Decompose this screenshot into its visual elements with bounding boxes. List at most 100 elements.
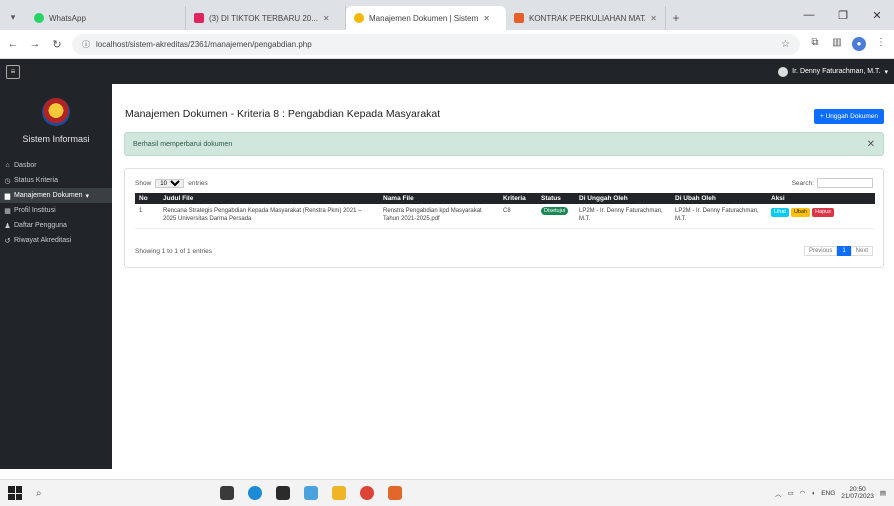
sidebar-toggle-button[interactable]: ≡ xyxy=(6,64,20,79)
edit-button[interactable]: Ubah xyxy=(790,208,811,218)
chevron-down-icon: ▾ xyxy=(85,192,89,200)
sidebar-panel-icon[interactable]: ▥ xyxy=(830,37,844,51)
sidebar-item-dasbor[interactable]: ⌂ Dasbor xyxy=(0,158,112,173)
user-name: Ir. Denny Faturachman, M.T. xyxy=(792,68,881,75)
taskbar-apps xyxy=(220,486,402,500)
sidebar-item-riwayat-akreditasi[interactable]: ↺ Riwayat Akreditasi xyxy=(0,233,112,248)
reload-icon[interactable]: ↻ xyxy=(50,38,64,51)
powerpoint-icon[interactable] xyxy=(388,486,402,500)
info-icon[interactable]: ⓘ xyxy=(82,39,90,50)
notification-icon[interactable]: ▤ xyxy=(880,489,886,497)
documents-table: No Judul File Nama File Kriteria Status … xyxy=(135,193,875,229)
browser-tab-bar: ▾ WhatsApp (3) DI TIKTOK TERBARU 20... ✕… xyxy=(0,0,894,30)
column-header[interactable]: Status xyxy=(537,193,575,204)
prev-page-button[interactable]: Previous xyxy=(803,246,838,256)
clock-date: 21/07/2023 xyxy=(841,493,874,500)
language-indicator[interactable]: ENG xyxy=(821,490,835,497)
cell-actions: Lihat Ubah Hapus xyxy=(767,204,875,229)
menu-dots-icon[interactable]: ⋮ xyxy=(874,37,888,51)
windows-taskbar: ⌕ ︿ ▭ ◠ ◖ ENG 20:50 21/07/2023 ▤ xyxy=(0,479,894,506)
volume-icon[interactable]: ◖ xyxy=(811,490,815,497)
sidebar-item-profil-institusi[interactable]: ▦ Profil Institusi xyxy=(0,203,112,218)
chevron-up-icon[interactable]: ︿ xyxy=(775,488,782,498)
network-icon[interactable]: ▭ xyxy=(787,489,793,497)
close-icon[interactable]: ✕ xyxy=(323,14,330,23)
close-icon[interactable]: ✕ xyxy=(867,139,875,150)
tab-search-icon[interactable]: ▾ xyxy=(0,4,26,30)
browser-tab-kontrak[interactable]: KONTRAK PERKULIAHAN MATA... ✕ xyxy=(506,6,666,30)
url-field[interactable]: ⓘ localhost/sistem-akreditas/2361/manaje… xyxy=(72,33,800,55)
chrome-icon[interactable] xyxy=(360,486,374,500)
close-icon[interactable]: ✕ xyxy=(650,14,657,23)
column-header[interactable]: Di Ubah Oleh xyxy=(671,193,767,204)
extension-icon[interactable]: ⧉ xyxy=(808,37,822,51)
clock-icon: ◷ xyxy=(4,177,11,185)
sidebar-brand: Sistem Informasi xyxy=(22,134,90,144)
doc-icon xyxy=(514,13,524,23)
minimize-icon[interactable]: — xyxy=(792,9,826,21)
next-page-button[interactable]: Next xyxy=(850,246,873,256)
avatar xyxy=(778,66,789,77)
clock-time: 20:50 xyxy=(849,485,866,493)
browser-tab-whatsapp[interactable]: WhatsApp xyxy=(26,6,186,30)
building-icon: ▦ xyxy=(4,207,11,215)
tab-title: Manajemen Dokumen | Sistem xyxy=(369,13,479,23)
show-label: Show xyxy=(135,179,152,187)
forward-icon[interactable]: → xyxy=(28,38,42,50)
explorer-icon[interactable] xyxy=(332,486,346,500)
table-controls: Show 10 entries Search: xyxy=(135,178,873,188)
sidebar-item-manajemen-dokumen[interactable]: ▆ Manajemen Dokumen ▾ xyxy=(0,188,112,203)
browser-tab-manajemen[interactable]: Manajemen Dokumen | Sistem ✕ xyxy=(346,6,506,30)
upload-document-button[interactable]: + Unggah Dokumen xyxy=(814,109,884,124)
column-header[interactable]: Judul File xyxy=(159,193,379,204)
close-window-icon[interactable]: ✕ xyxy=(860,9,894,22)
profile-icon[interactable]: ● xyxy=(852,37,866,51)
new-tab-button[interactable]: + xyxy=(666,6,686,30)
whatsapp-icon xyxy=(34,13,44,23)
table-row: 1 Rencana Strategis Pengabdian Kepada Ma… xyxy=(135,204,875,229)
sidebar: Sistem Informasi ⌂ Dasbor ◷ Status Krite… xyxy=(0,84,112,469)
youtube-icon xyxy=(194,13,204,23)
back-icon[interactable]: ← xyxy=(6,38,20,50)
cell-nama: Renstra Pengabdian kpd Masyarakat Tahun … xyxy=(379,204,499,229)
entries-select[interactable]: 10 xyxy=(155,178,185,188)
browser-tab-tiktok[interactable]: (3) DI TIKTOK TERBARU 20... ✕ xyxy=(186,6,346,30)
cell-no: 1 xyxy=(135,204,159,229)
tab-title: (3) DI TIKTOK TERBARU 20... xyxy=(209,13,318,23)
cell-status: Disetujui xyxy=(537,204,575,229)
sidebar-item-status-kriteria[interactable]: ◷ Status Kriteria xyxy=(0,173,112,188)
page-1-button[interactable]: 1 xyxy=(837,246,851,256)
delete-button[interactable]: Hapus xyxy=(812,208,834,218)
alert-text: Berhasil memperbarui dokumen xyxy=(133,140,233,148)
search-input[interactable] xyxy=(817,178,873,188)
column-header: Aksi xyxy=(771,195,785,202)
wifi-icon[interactable]: ◠ xyxy=(800,489,806,497)
sidebar-item-label: Daftar Pengguna xyxy=(14,222,67,229)
search-label: Search: xyxy=(791,179,814,187)
column-header[interactable]: No xyxy=(135,193,159,204)
status-badge: Disetujui xyxy=(541,207,569,215)
user-menu[interactable]: Ir. Denny Faturachman, M.T. ▾ xyxy=(778,66,888,77)
mail-icon[interactable] xyxy=(276,486,290,500)
table-info: Showing 1 to 1 of 1 entries xyxy=(135,247,212,255)
column-header[interactable]: Kriteria xyxy=(499,193,537,204)
clock[interactable]: 20:50 21/07/2023 xyxy=(841,486,874,500)
column-header[interactable]: Nama File xyxy=(379,193,499,204)
column-header[interactable]: Di Unggah Oleh xyxy=(575,193,671,204)
site-logo-icon xyxy=(354,13,364,23)
windows-start-icon[interactable] xyxy=(8,486,22,500)
university-logo xyxy=(42,98,70,126)
close-icon[interactable]: ✕ xyxy=(483,14,490,23)
window-controls: — ❐ ✕ xyxy=(792,0,894,30)
store-icon[interactable] xyxy=(220,486,234,500)
folder-icon: ▆ xyxy=(4,192,11,200)
photos-icon[interactable] xyxy=(304,486,318,500)
search-icon[interactable]: ⌕ xyxy=(36,488,42,499)
bookmark-star-icon[interactable]: ☆ xyxy=(781,39,790,50)
table-header-row: No Judul File Nama File Kriteria Status … xyxy=(135,193,875,204)
view-button[interactable]: Lihat xyxy=(771,208,789,218)
edge-icon[interactable] xyxy=(248,486,262,500)
sidebar-item-daftar-pengguna[interactable]: ♟ Daftar Pengguna xyxy=(0,218,112,233)
maximize-icon[interactable]: ❐ xyxy=(826,9,860,22)
success-alert: Berhasil memperbarui dokumen ✕ xyxy=(124,132,884,156)
